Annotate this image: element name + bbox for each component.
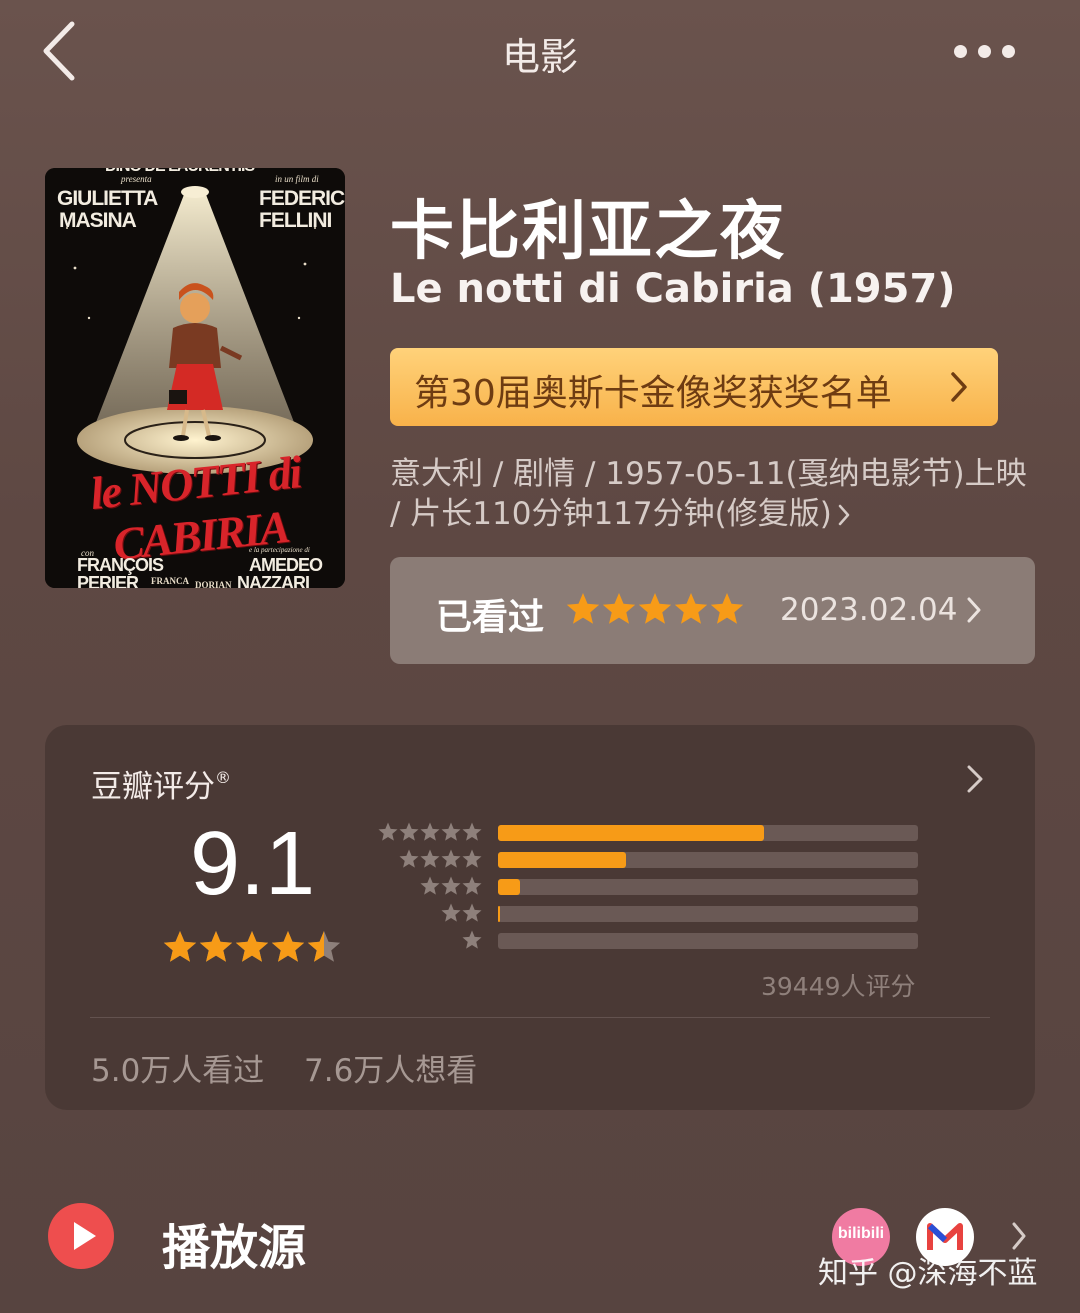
chevron-right-icon[interactable] — [967, 765, 983, 793]
registered-mark: ® — [215, 768, 231, 787]
movie-meta-info[interactable]: 意大利 / 剧情 / 1957-05-11(戛纳电影节)上映 / 片长110分钟… — [390, 454, 1040, 534]
movie-meta-text: 意大利 / 剧情 / 1957-05-11(戛纳电影节)上映 / 片长110分钟… — [390, 456, 1027, 532]
star-icon — [462, 849, 482, 868]
want-count[interactable]: 7.6万人想看 — [304, 1045, 477, 1090]
rating-bar-track — [498, 906, 918, 922]
douban-rating-card[interactable]: 豆瓣评分® 9.1 39449人评分 5.0万人看过 7.6万人想看 — [45, 725, 1035, 1110]
row-stars-icon — [378, 822, 482, 841]
rating-distribution-row — [375, 876, 935, 897]
star-icon — [378, 822, 398, 841]
star-icon — [441, 876, 461, 895]
star-icon — [420, 822, 440, 841]
rating-bar-fill — [498, 906, 500, 922]
poster-actress-last: MASINA — [59, 209, 137, 232]
star-filled-icon — [271, 931, 305, 962]
more-dots-icon — [954, 45, 967, 58]
star-filled-icon — [674, 593, 708, 624]
star-icon — [399, 849, 419, 868]
rating-distribution-row — [375, 903, 935, 924]
chevron-right-icon — [951, 372, 967, 402]
star-filled-icon — [710, 593, 744, 624]
watched-label: 已看过 — [436, 597, 545, 638]
star-icon — [441, 849, 461, 868]
star-filled-icon — [602, 593, 636, 624]
rating-distribution-row — [375, 849, 935, 870]
poster-presents: presenta — [121, 174, 152, 184]
rating-title: 豆瓣评分® — [91, 761, 231, 806]
star-icon — [462, 876, 482, 895]
row-stars-icon — [441, 903, 482, 922]
watched-count[interactable]: 5.0万人看过 — [91, 1045, 264, 1090]
poster-nazzari: NAZZARI — [237, 573, 310, 588]
play-icon — [74, 1222, 96, 1250]
rating-bar-fill — [498, 852, 627, 868]
rating-bar-track — [498, 852, 918, 868]
poster-director-last: FELLINI — [259, 209, 332, 232]
movie-poster[interactable]: DINO DE LAURENTIIS presenta GIULIETTA MA… — [45, 168, 345, 588]
rating-bar-fill — [498, 879, 520, 895]
star-filled-icon — [163, 931, 197, 962]
chevron-right-icon — [967, 597, 981, 623]
rating-distribution-row — [375, 822, 935, 843]
my-rating-box[interactable]: 已看过 2023.02.04 — [390, 557, 1035, 664]
star-icon — [462, 930, 482, 949]
play-source-label: 播放源 — [162, 1220, 307, 1276]
poster-film-by: in un film di — [275, 174, 319, 184]
award-label: 第30届奥斯卡金像奖获奖名单 — [414, 373, 892, 414]
rating-bar-fill — [498, 825, 764, 841]
rating-stars — [163, 931, 341, 962]
poster-costar-last: PERIER — [77, 573, 139, 588]
star-filled-icon — [199, 931, 233, 962]
rating-bar-track — [498, 933, 918, 949]
watched-date: 2023.02.04 — [780, 592, 958, 628]
poster-costar-mid-first: FRANCA — [151, 576, 189, 586]
my-rating-stars — [566, 593, 744, 624]
row-stars-icon — [462, 930, 482, 949]
poster-costar-mid-last: DORIAN — [195, 580, 232, 588]
rating-bar-track — [498, 879, 918, 895]
bilibili-icon-text: bilibili — [837, 1225, 885, 1242]
rating-score: 9.1 — [190, 814, 316, 914]
watermark: 知乎 @深海不蓝 — [818, 1256, 1038, 1291]
rating-distribution-row — [375, 930, 935, 951]
star-icon — [420, 876, 440, 895]
star-filled-icon — [566, 593, 600, 624]
row-stars-icon — [399, 849, 482, 868]
star-filled-icon — [638, 593, 672, 624]
more-button[interactable] — [946, 30, 1022, 70]
chevron-right-icon — [838, 504, 850, 526]
movie-title: 卡比利亚之夜 — [390, 195, 786, 269]
movie-original-title: Le notti di Cabiria (1957) — [390, 266, 956, 312]
star-icon — [420, 849, 440, 868]
star-icon — [441, 822, 461, 841]
star-icon — [399, 822, 419, 841]
top-bar: 电影 — [0, 0, 1080, 100]
poster-director-first: FEDERICO — [259, 187, 345, 210]
poster-partecipation: e la partecipazione di — [249, 546, 310, 554]
star-filled-icon — [235, 931, 269, 962]
rating-bar-track — [498, 825, 918, 841]
star-icon — [462, 822, 482, 841]
rating-count: 39449人评分 — [761, 972, 916, 1001]
chevron-right-icon[interactable] — [1012, 1222, 1026, 1250]
rating-title-text: 豆瓣评分 — [91, 769, 215, 805]
row-stars-icon — [420, 876, 482, 895]
star-icon — [441, 903, 461, 922]
divider — [90, 1017, 990, 1018]
poster-actress-first: GIULIETTA — [57, 187, 158, 210]
star-icon — [462, 903, 482, 922]
award-list-button[interactable]: 第30届奥斯卡金像奖获奖名单 — [390, 348, 998, 426]
play-source-icon[interactable] — [48, 1203, 114, 1269]
page-title: 电影 — [501, 35, 578, 79]
